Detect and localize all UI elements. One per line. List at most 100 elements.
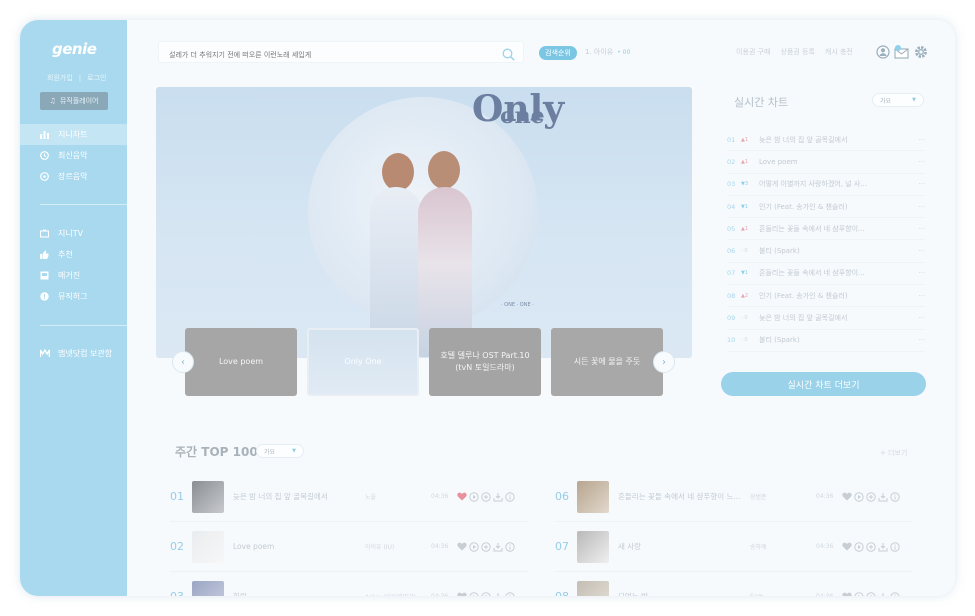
like-heart-icon[interactable] — [842, 592, 852, 596]
song-title[interactable]: 불티 (Spark) — [759, 335, 913, 345]
sidebar-item-recommend[interactable]: 추천 — [20, 244, 127, 265]
more-options-icon[interactable]: ··· — [913, 292, 925, 300]
download-icon[interactable] — [878, 592, 888, 596]
signup-link[interactable]: 회원가입 — [47, 74, 73, 82]
info-icon[interactable] — [890, 541, 900, 552]
artist-name[interactable]: 아이유 (IU) — [365, 542, 431, 551]
more-options-icon[interactable]: ··· — [913, 225, 925, 233]
like-heart-icon[interactable] — [457, 492, 467, 501]
mail-icon[interactable] — [894, 44, 910, 63]
song-title[interactable]: 흔들리는 꽃들 속에서 네 샴푸향이 느... — [618, 491, 750, 502]
realtime-chart-row[interactable]: 07 ▼1 흔들리는 꽃들 속에서 네 샴푸향이... ··· — [727, 263, 925, 286]
add-to-playlist-icon[interactable] — [866, 541, 876, 552]
more-options-icon[interactable]: ··· — [913, 247, 925, 255]
song-title[interactable]: Love poem — [759, 158, 913, 166]
carousel-next-arrow-icon[interactable]: › — [653, 351, 675, 373]
artist-name[interactable]: 송하예 — [750, 542, 816, 551]
weekly-chart-row[interactable]: 03 화랑Anley (아이패밀리)04:36 — [170, 572, 528, 596]
realtime-chart-more-button[interactable]: 실시간 차트 더보기 — [721, 372, 926, 396]
music-player-button[interactable]: ♫ 뮤직플레이어 — [40, 92, 108, 110]
search-icon[interactable] — [502, 46, 515, 65]
add-to-playlist-icon[interactable] — [866, 591, 876, 596]
play-icon[interactable] — [854, 541, 864, 552]
download-icon[interactable] — [493, 492, 503, 502]
sidebar-item-latest[interactable]: 최신음악 — [20, 145, 127, 166]
info-icon[interactable] — [890, 491, 900, 502]
sidebar-item-genie-chart[interactable]: 지니차트 — [20, 124, 127, 145]
play-icon[interactable] — [469, 591, 479, 596]
carousel-item-active[interactable]: Only One — [307, 328, 419, 396]
song-title[interactable]: 늦은 밤 너의 집 앞 골목길에서 — [759, 135, 913, 145]
like-heart-icon[interactable] — [457, 592, 467, 596]
weekly-chart-row[interactable]: 01 늦은 밤 너의 집 앞 골목길에서 노을 04:36 — [170, 472, 528, 522]
weekly-more-link[interactable]: + 더보기 — [880, 448, 907, 458]
info-icon[interactable] — [505, 541, 515, 552]
song-title[interactable]: 인기 (Feat. 송가인 & 챈슬러) — [759, 202, 913, 212]
play-icon[interactable] — [469, 541, 479, 552]
weekly-chart-row[interactable]: 06 흔들리는 꽃들 속에서 네 샴푸향이 느... 장범준 04:36 — [555, 472, 913, 522]
add-to-playlist-icon[interactable] — [481, 541, 491, 552]
sidebar-item-magazine[interactable]: 매거진 — [20, 265, 127, 286]
realtime-chart-row[interactable]: 06 - 0 불티 (Spark) ··· — [727, 240, 925, 263]
song-title[interactable]: 어떻게 이별까지 사랑하겠어, 널 사... — [759, 179, 913, 189]
settings-gear-icon[interactable] — [914, 44, 928, 63]
like-heart-icon[interactable] — [842, 492, 852, 501]
song-title[interactable]: 늦은 밤 너의 집 앞 골목길에서 — [233, 491, 365, 502]
info-icon[interactable] — [505, 591, 515, 596]
song-title[interactable]: 새 사랑 — [618, 541, 750, 552]
song-title[interactable]: 흔들리는 꽃들 속에서 네 샴푸향이... — [759, 268, 913, 278]
more-options-icon[interactable]: ··· — [913, 136, 925, 144]
more-options-icon[interactable]: ··· — [913, 269, 925, 277]
song-title[interactable]: Love poem — [233, 542, 365, 551]
more-options-icon[interactable]: ··· — [913, 336, 925, 344]
weekly-chart-row[interactable]: 08 되었는 밤Sam04:36 — [555, 572, 913, 596]
play-icon[interactable] — [854, 591, 864, 596]
add-to-playlist-icon[interactable] — [866, 491, 876, 502]
more-options-icon[interactable]: ··· — [913, 314, 925, 322]
more-options-icon[interactable]: ··· — [913, 180, 925, 188]
like-heart-icon[interactable] — [457, 542, 467, 551]
like-heart-icon[interactable] — [842, 542, 852, 551]
buy-pass-link[interactable]: 이용권 구매 — [736, 47, 770, 57]
play-icon[interactable] — [854, 491, 864, 502]
realtime-chart-row[interactable]: 10 - 0 불티 (Spark) ··· — [727, 330, 925, 352]
cash-charge-link[interactable]: 캐시 충전 — [825, 47, 853, 57]
realtime-chart-row[interactable]: 01 ▲1 늦은 밤 너의 집 앞 골목길에서 ··· — [727, 129, 925, 152]
album-cover[interactable] — [577, 580, 609, 596]
weekly-genre-dropdown[interactable]: 가요 ▼ — [256, 444, 304, 458]
song-title[interactable]: 인기 (Feat. 송가인 & 챈슬러) — [759, 291, 913, 301]
realtime-chart-row[interactable]: 02 ▲1 Love poem ··· — [727, 151, 925, 174]
weekly-chart-row[interactable]: 07 새 사랑 송하예 04:36 — [555, 522, 913, 572]
artist-name[interactable]: 노을 — [365, 492, 431, 501]
album-cover[interactable] — [577, 480, 609, 513]
album-cover[interactable] — [192, 480, 224, 513]
sidebar-item-genie-tv[interactable]: 지니TV — [20, 223, 127, 244]
artist-name[interactable]: Anley (아이패밀리) — [365, 592, 431, 596]
hero-banner[interactable]: Only one · ONE · ONE · — [156, 87, 692, 358]
realtime-chart-row[interactable]: 03 ▼3 어떻게 이별까지 사랑하겠어, 널 사... ··· — [727, 174, 925, 196]
song-title[interactable]: 불티 (Spark) — [759, 246, 913, 256]
artist-name[interactable]: 장범준 — [750, 492, 816, 501]
carousel-item[interactable]: 시든 꽃에 물을 주듯 — [551, 328, 663, 396]
carousel-prev-arrow-icon[interactable]: ‹ — [172, 351, 194, 373]
download-icon[interactable] — [493, 542, 503, 552]
song-title[interactable]: 화랑 — [233, 591, 365, 596]
artist-name[interactable]: Sam — [750, 593, 816, 596]
more-options-icon[interactable]: ··· — [913, 158, 925, 166]
realtime-chart-row[interactable]: 04 ▼1 인기 (Feat. 송가인 & 챈슬러) ··· — [727, 196, 925, 219]
carousel-item[interactable]: 호텔 델루나 OST Part.10 (tvN 토일드라마) — [429, 328, 541, 396]
genie-logo[interactable]: genie — [52, 40, 97, 58]
realtime-chart-row[interactable]: 08 ▲2 인기 (Feat. 송가인 & 챈슬러) ··· — [727, 285, 925, 308]
realtime-chart-row[interactable]: 09 - 0 늦은 밤 너의 집 앞 골목길에서 ··· — [727, 307, 925, 330]
sidebar-item-music-hug[interactable]: 뮤직허그 — [20, 286, 127, 307]
sidebar-item-melon-storage[interactable]: 맴넷닷컴 보관함 — [20, 343, 127, 364]
user-icon[interactable] — [876, 44, 890, 63]
download-icon[interactable] — [878, 492, 888, 502]
search-rank-text[interactable]: 1. 아이유 • 00 — [585, 47, 630, 57]
album-cover[interactable] — [192, 530, 224, 563]
more-options-icon[interactable]: ··· — [913, 203, 925, 211]
download-icon[interactable] — [493, 592, 503, 596]
realtime-genre-dropdown[interactable]: 가요 ▼ — [872, 93, 924, 107]
album-cover[interactable] — [577, 530, 609, 563]
info-icon[interactable] — [890, 591, 900, 596]
